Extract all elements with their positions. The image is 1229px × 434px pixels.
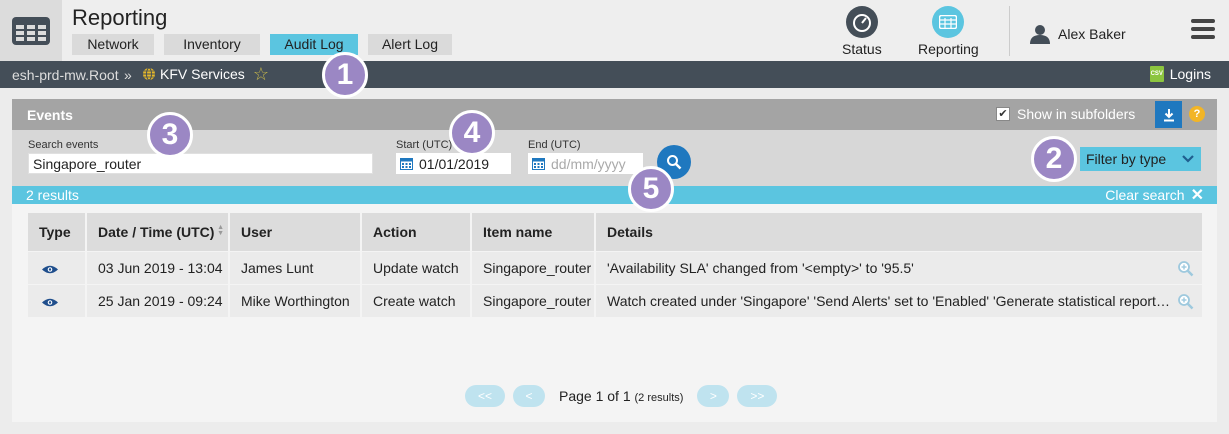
search-icon xyxy=(667,155,682,170)
hamburger-menu-icon[interactable] xyxy=(1191,19,1215,41)
tab-network[interactable]: Network xyxy=(72,34,154,55)
item-name-cell: Singapore_router xyxy=(472,285,596,317)
details-cell: 'Availability SLA' changed from '<empty>… xyxy=(596,252,1202,284)
page-results-note: (2 results) xyxy=(634,392,684,404)
breadcrumb: esh-prd-mw.Root » KFV Services ☆ CSV Log… xyxy=(0,61,1229,88)
tab-inventory[interactable]: Inventory xyxy=(164,34,260,55)
column-header-datetime-label: Date / Time (UTC) xyxy=(98,224,215,240)
user-name: Alex Baker xyxy=(1058,26,1126,42)
results-bar: 2 results Clear search ✕ xyxy=(12,186,1217,204)
eye-icon xyxy=(42,265,58,274)
type-cell xyxy=(28,285,87,317)
item-name-cell: Singapore_router xyxy=(472,252,596,284)
eye-icon xyxy=(42,298,58,307)
calendar-icon xyxy=(400,158,413,170)
table-header: Type Date / Time (UTC) ▲ ▼ User Action It… xyxy=(28,213,1202,251)
reporting-nav-button[interactable]: Reporting xyxy=(918,6,979,57)
end-date-input[interactable] xyxy=(551,155,639,172)
csv-file-icon: CSV xyxy=(1149,66,1164,82)
start-date-input[interactable] xyxy=(419,155,507,172)
breadcrumb-current-label: KFV Services xyxy=(160,66,245,82)
show-subfolders-checkbox[interactable]: ✔ xyxy=(996,107,1010,121)
close-icon: ✕ xyxy=(1190,186,1204,204)
zoom-in-icon[interactable] xyxy=(1177,293,1194,310)
callout-marker-3: 3 xyxy=(147,112,193,158)
details-text: Watch created under 'Singapore' 'Send Al… xyxy=(607,293,1202,309)
help-icon[interactable]: ? xyxy=(1189,106,1205,122)
search-events-label: Search events xyxy=(28,139,99,151)
datetime-cell: 25 Jan 2019 - 09:24 xyxy=(87,285,230,317)
column-header-type[interactable]: Type xyxy=(28,213,87,251)
page-indicator: Page 1 of 1 (2 results) xyxy=(559,388,683,404)
show-subfolders-toggle[interactable]: ✔ Show in subfolders xyxy=(996,106,1135,122)
status-nav-label: Status xyxy=(842,41,882,57)
show-subfolders-label: Show in subfolders xyxy=(1017,106,1136,122)
sort-arrows-icon: ▲ ▼ xyxy=(217,224,224,237)
reporting-nav-label: Reporting xyxy=(918,41,979,57)
report-grid-icon xyxy=(932,6,965,38)
action-cell: Create watch xyxy=(362,285,472,317)
filter-by-type-label: Filter by type xyxy=(1086,151,1167,167)
clear-search-button[interactable]: Clear search ✕ xyxy=(1105,187,1204,203)
calendar-icon xyxy=(532,158,545,170)
events-table: Type Date / Time (UTC) ▲ ▼ User Action It… xyxy=(28,213,1202,317)
favorite-star-icon[interactable]: ☆ xyxy=(253,65,269,83)
page-title: Reporting xyxy=(72,5,168,30)
column-header-datetime[interactable]: Date / Time (UTC) ▲ ▼ xyxy=(87,213,230,251)
status-nav-button[interactable]: Status xyxy=(842,6,882,57)
callout-marker-2: 2 xyxy=(1031,136,1077,182)
chevron-down-icon xyxy=(1182,155,1194,163)
type-cell xyxy=(28,252,87,284)
page-indicator-text: Page 1 of 1 xyxy=(559,388,631,404)
last-page-button[interactable]: >> xyxy=(737,385,778,407)
events-panel-header: Events ✔ Show in subfolders ? xyxy=(12,99,1217,130)
table-row[interactable]: 03 Jun 2019 - 13:04 James Lunt Update wa… xyxy=(28,251,1202,284)
action-cell: Update watch xyxy=(362,252,472,284)
user-menu[interactable]: Alex Baker xyxy=(1030,24,1126,44)
gauge-icon xyxy=(845,6,878,38)
tab-alert-log[interactable]: Alert Log xyxy=(368,34,452,55)
details-text: 'Availability SLA' changed from '<empty>… xyxy=(607,260,914,276)
column-header-details[interactable]: Details xyxy=(596,213,1202,251)
globe-icon xyxy=(143,67,155,81)
search-events-input[interactable] xyxy=(28,153,373,174)
filter-by-type-dropdown[interactable]: Filter by type xyxy=(1080,147,1201,171)
download-button[interactable] xyxy=(1155,101,1182,128)
table-row[interactable]: 25 Jan 2019 - 09:24 Mike Worthington Cre… xyxy=(28,284,1202,317)
end-date-field[interactable] xyxy=(528,153,643,174)
logins-label: Logins xyxy=(1169,66,1211,82)
app-header: Reporting Network Inventory Audit Log Al… xyxy=(0,0,1229,61)
start-date-field[interactable] xyxy=(396,153,511,174)
column-header-user[interactable]: User xyxy=(230,213,362,251)
start-date-label: Start (UTC) xyxy=(396,139,453,151)
previous-page-button[interactable]: < xyxy=(513,385,545,407)
column-header-action[interactable]: Action xyxy=(362,213,472,251)
grid-table-icon[interactable] xyxy=(0,0,62,61)
column-header-item-name[interactable]: Item name xyxy=(472,213,596,251)
pagination: << < Page 1 of 1 (2 results) > >> xyxy=(465,385,778,407)
breadcrumb-current[interactable]: KFV Services ☆ xyxy=(142,65,269,83)
header-divider xyxy=(1009,6,1010,56)
callout-marker-5: 5 xyxy=(628,166,674,212)
events-title: Events xyxy=(27,107,73,123)
logins-link[interactable]: CSV Logins xyxy=(1149,66,1211,82)
results-count: 2 results xyxy=(26,187,79,203)
user-cell: James Lunt xyxy=(230,252,362,284)
next-page-button[interactable]: > xyxy=(697,385,730,407)
end-date-label: End (UTC) xyxy=(528,139,581,151)
details-cell: Watch created under 'Singapore' 'Send Al… xyxy=(596,285,1202,317)
breadcrumb-root[interactable]: esh-prd-mw.Root xyxy=(12,67,119,83)
report-tabs: Network Inventory Audit Log Alert Log xyxy=(72,34,452,55)
datetime-cell: 03 Jun 2019 - 13:04 xyxy=(87,252,230,284)
breadcrumb-separator: » xyxy=(124,67,132,83)
download-icon xyxy=(1163,108,1174,121)
user-cell: Mike Worthington xyxy=(230,285,362,317)
callout-marker-4: 4 xyxy=(449,110,495,156)
first-page-button[interactable]: << xyxy=(465,385,505,407)
callout-marker-1: 1 xyxy=(322,52,368,98)
clear-search-label: Clear search xyxy=(1105,187,1185,203)
user-icon xyxy=(1030,25,1050,44)
zoom-in-icon[interactable] xyxy=(1177,260,1194,277)
